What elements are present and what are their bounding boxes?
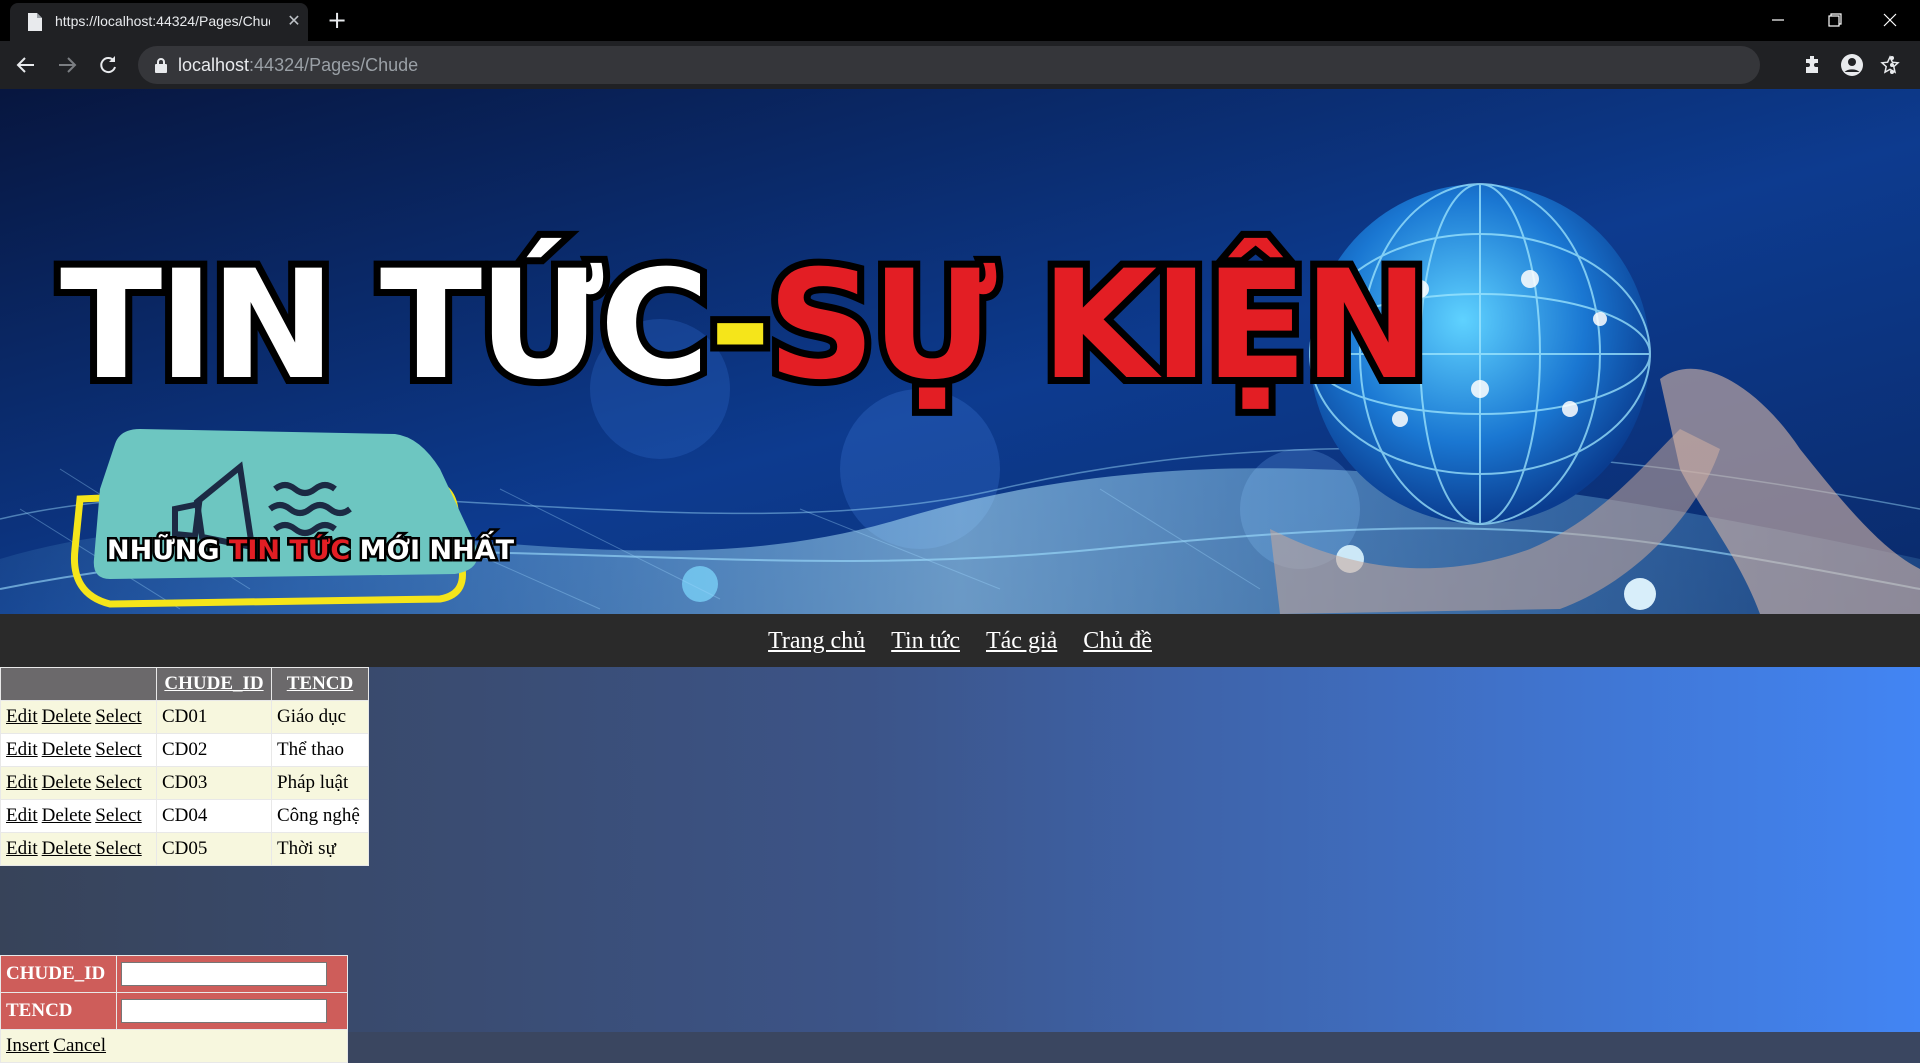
window-close-icon[interactable]	[1862, 0, 1918, 40]
svg-text:TIN TỨC-SỰ KIỆN: TIN TỨC-SỰ KIỆN	[60, 238, 1425, 413]
url-text: localhost:44324/Pages/Chude	[178, 55, 418, 76]
select-link[interactable]: Select	[95, 805, 141, 826]
select-link[interactable]: Select	[95, 739, 141, 760]
grid-header-row: CHUDE_ID TENCD	[0, 667, 369, 701]
browser-toolbar: localhost:44324/Pages/Chude	[0, 41, 1920, 89]
new-tab-button[interactable]: +	[322, 5, 352, 35]
grid-header-name: TENCD	[271, 667, 369, 701]
edit-link[interactable]: Edit	[6, 772, 38, 793]
nav-home-link[interactable]: Trang chủ	[768, 614, 865, 669]
lock-icon	[155, 58, 167, 73]
row-actions: Edit Delete Select	[0, 766, 157, 800]
tencd-input[interactable]	[121, 999, 327, 1023]
cell-chude-id: CD02	[156, 733, 272, 767]
svg-text:NHỮNG TIN TỨC MỚI NHẤT: NHỮNG TIN TỨC MỚI NHẤT	[107, 530, 515, 566]
main-navbar: Trang chủ Tin tức Tác giả Chủ đề	[0, 614, 1920, 667]
cell-chude-id: CD05	[156, 832, 272, 866]
grid-header-id: CHUDE_ID	[156, 667, 272, 701]
badge-text-1: NHỮNG	[107, 534, 229, 566]
table-row: Edit Delete Select CD01 Giáo dục	[0, 700, 369, 734]
command-row: Insert Cancel	[0, 1029, 348, 1063]
sort-chude-id-link[interactable]: CHUDE_ID	[164, 673, 263, 694]
cell-chude-id: CD04	[156, 799, 272, 833]
cell-tencd: Thời sự	[271, 832, 369, 866]
delete-link[interactable]: Delete	[42, 805, 92, 826]
insert-link[interactable]: Insert	[6, 1035, 49, 1056]
command-cell: Insert Cancel	[0, 1029, 348, 1063]
banner-title-white: TIN TỨC	[60, 238, 709, 413]
delete-link[interactable]: Delete	[42, 706, 92, 727]
badge-text-2: MỚI NHẤT	[360, 530, 515, 566]
select-link[interactable]: Select	[95, 706, 141, 727]
tab-title: https://localhost:44324/Pages/Chude	[55, 13, 270, 29]
cell-tencd: Giáo dục	[271, 700, 369, 734]
field-cell-tencd	[116, 992, 348, 1030]
badge-text-red: TIN TỨC	[229, 534, 360, 566]
nav-author-link[interactable]: Tác giả	[986, 614, 1057, 669]
back-arrow-icon[interactable]	[14, 53, 38, 77]
field-row-tencd: TENCD	[0, 992, 348, 1030]
row-actions: Edit Delete Select	[0, 832, 157, 866]
nav-news-link[interactable]: Tin tức	[891, 614, 960, 669]
chude-id-input[interactable]	[121, 962, 327, 986]
header-banner: TIN TỨC-SỰ KIỆN NHỮNG TIN TỨC MỚI NHẤT	[0, 89, 1920, 614]
url-host: localhost	[178, 55, 250, 75]
url-path: :44324/Pages/Chude	[249, 55, 419, 75]
topics-gridview: CHUDE_ID TENCD Edit Delete Select CD01 Giá…	[0, 667, 369, 866]
nav-links: Trang chủ Tin tức Tác giả Chủ đề	[0, 614, 1920, 667]
restore-icon[interactable]	[1806, 0, 1862, 40]
menu-dots-icon[interactable]	[1880, 53, 1904, 77]
forward-arrow-icon[interactable]	[55, 53, 79, 77]
delete-link[interactable]: Delete	[42, 772, 92, 793]
edit-link[interactable]: Edit	[6, 805, 38, 826]
nav-topic-link[interactable]: Chủ đề	[1083, 614, 1152, 669]
address-bar[interactable]: localhost:44324/Pages/Chude	[138, 46, 1900, 84]
sort-tencd-link[interactable]: TENCD	[287, 673, 354, 694]
cell-tencd: Thể thao	[271, 733, 369, 767]
delete-link[interactable]: Delete	[42, 838, 92, 859]
field-row-chude-id: CHUDE_ID	[0, 955, 348, 993]
insert-detailsview: CHUDE_ID TENCD Insert Cancel	[0, 955, 348, 1063]
cell-tencd: Pháp luật	[271, 766, 369, 800]
cell-chude-id: CD03	[156, 766, 272, 800]
row-actions: Edit Delete Select	[0, 700, 157, 734]
browser-titlebar: https://localhost:44324/Pages/Chude ✕ +	[0, 0, 1920, 41]
cancel-link[interactable]: Cancel	[53, 1035, 106, 1056]
table-row: Edit Delete Select CD04 Công nghệ	[0, 799, 369, 833]
field-label-tencd: TENCD	[0, 992, 117, 1030]
reload-icon[interactable]	[96, 53, 120, 77]
field-label-chude-id: CHUDE_ID	[0, 955, 117, 993]
page-icon	[28, 13, 42, 31]
select-link[interactable]: Select	[95, 838, 141, 859]
row-actions: Edit Delete Select	[0, 799, 157, 833]
banner-title-dash: -	[709, 239, 767, 413]
close-icon[interactable]: ✕	[284, 11, 304, 31]
browser-tab[interactable]: https://localhost:44324/Pages/Chude ✕	[10, 3, 308, 41]
table-row: Edit Delete Select CD05 Thời sự	[0, 832, 369, 866]
grid-header-actions	[0, 667, 157, 701]
edit-link[interactable]: Edit	[6, 706, 38, 727]
minimize-icon[interactable]	[1750, 0, 1806, 40]
table-row: Edit Delete Select CD02 Thể thao	[0, 733, 369, 767]
field-cell-chude-id	[116, 955, 348, 993]
extensions-icon[interactable]	[1800, 53, 1824, 77]
cell-tencd: Công nghệ	[271, 799, 369, 833]
cell-chude-id: CD01	[156, 700, 272, 734]
page-content: TIN TỨC-SỰ KIỆN NHỮNG TIN TỨC MỚI NHẤT T…	[0, 89, 1920, 1063]
profile-avatar-icon[interactable]	[1840, 53, 1864, 77]
row-actions: Edit Delete Select	[0, 733, 157, 767]
banner-title-red: SỰ KIỆN	[767, 238, 1425, 413]
edit-link[interactable]: Edit	[6, 739, 38, 760]
delete-link[interactable]: Delete	[42, 739, 92, 760]
edit-link[interactable]: Edit	[6, 838, 38, 859]
select-link[interactable]: Select	[95, 772, 141, 793]
table-row: Edit Delete Select CD03 Pháp luật	[0, 766, 369, 800]
